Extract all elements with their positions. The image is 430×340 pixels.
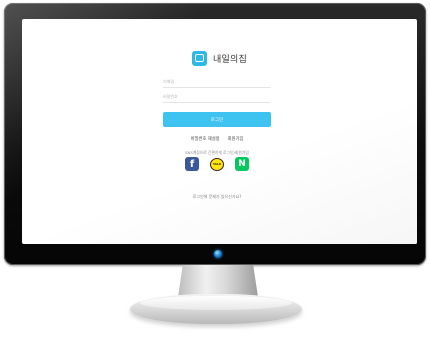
naver-login-button[interactable]: N xyxy=(235,157,249,171)
monitor-screen: 내일의집 로그인 비밀번호 재설정 회원가입 SNS계정으로 간편하게 로그인/… xyxy=(22,19,417,244)
brand-name: 내일의집 xyxy=(213,54,247,65)
kakao-talk-icon: TALK xyxy=(210,157,224,171)
email-field[interactable] xyxy=(163,75,270,88)
kakao-talk-label: TALK xyxy=(212,161,222,166)
signup-link[interactable]: 회원가입 xyxy=(228,136,244,142)
monitor-stand-base-top xyxy=(140,296,292,310)
reset-password-link[interactable]: 비밀번호 재설정 xyxy=(191,136,220,142)
account-links: 비밀번호 재설정 회원가입 xyxy=(163,136,271,142)
password-field[interactable] xyxy=(163,90,270,103)
sns-caption: SNS계정으로 간편하게 로그인/회원가입 xyxy=(185,150,249,155)
facebook-login-button[interactable]: f xyxy=(185,157,199,171)
brand: 내일의집 xyxy=(192,50,247,66)
home-chat-icon xyxy=(192,50,207,66)
naver-icon: N xyxy=(238,159,246,169)
login-button[interactable]: 로그인 xyxy=(163,112,271,127)
facebook-icon: f xyxy=(189,158,195,170)
monitor-stand-neck xyxy=(178,265,258,297)
kakao-login-button[interactable]: TALK xyxy=(210,157,224,171)
power-light-icon xyxy=(214,250,222,258)
sns-login-row: f TALK N xyxy=(185,157,249,173)
login-help-link[interactable]: 로그인에 문제가 있으신가요? xyxy=(163,194,271,200)
